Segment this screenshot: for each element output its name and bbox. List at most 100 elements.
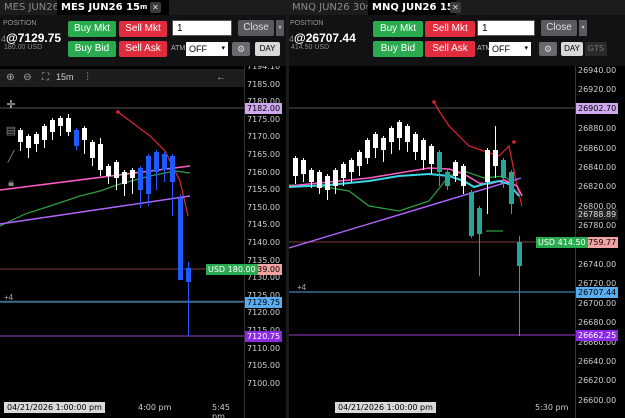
date-badge: 04/21/2026 1:00:00 pm <box>4 402 105 413</box>
candle-body <box>389 128 394 142</box>
day-tif-button[interactable]: DAY <box>255 42 280 56</box>
gear-icon[interactable]: ⚙ <box>232 42 250 56</box>
candle-body <box>397 122 402 138</box>
chart-pane-mes[interactable]: ⊕ ⊖ ⛶ 15m ⫶ ← ✛ ▤ ╱ 🔒︎ +4 7194.10 7185.00… <box>0 66 286 418</box>
mid-price-label: 26788.89 <box>576 209 619 220</box>
last-price-label: 26707.44 <box>576 287 619 298</box>
tab-mes-15m-label: MES JUN26 <box>61 2 123 13</box>
position-pnl: 180.00 USD <box>4 44 43 51</box>
chart-canvas-mnq[interactable] <box>289 66 575 418</box>
close-dropdown-icon[interactable]: ▾ <box>276 20 284 36</box>
close-tab-mnq-icon[interactable]: ✕ <box>450 2 461 13</box>
gear-icon[interactable]: ⚙ <box>539 42 557 56</box>
quantity-input[interactable]: 1 <box>172 20 232 36</box>
candle-body <box>106 166 111 176</box>
sell-mkt-button[interactable]: Sell Mkt <box>425 21 475 37</box>
price-tick: 26620.00 <box>578 376 617 386</box>
candles-mnq <box>293 120 522 336</box>
sell-ask-button[interactable]: Sell Ask <box>425 41 475 57</box>
crosshair-icon[interactable]: ✛ <box>2 96 20 114</box>
price-tick: 7175.00 <box>247 114 281 124</box>
position-marker: +4 <box>297 283 307 292</box>
candle-body <box>429 146 434 164</box>
price-tick: 26700.00 <box>578 298 617 308</box>
tab-mes-15m-tf: 15 <box>126 2 140 13</box>
price-tick: 7145.00 <box>247 220 281 230</box>
candle-body <box>301 160 306 174</box>
trail-stop-red-line <box>117 111 189 217</box>
sell-mkt-button[interactable]: Sell Mkt <box>119 21 167 37</box>
position-label: POSITION <box>3 20 37 27</box>
buy-mkt-button[interactable]: Buy Mkt <box>68 21 116 37</box>
zoom-out-icon[interactable]: ⊖ <box>20 70 35 85</box>
candle-body <box>34 134 39 144</box>
position-avg-price: @7129.75 <box>6 31 62 45</box>
candle-body <box>325 176 330 190</box>
chart-canvas-mes[interactable] <box>0 66 244 418</box>
draw-line-icon[interactable]: ╱ <box>2 148 20 166</box>
chart-toolbar: ⊕ ⊖ ⛶ 15m ⫶ ← <box>0 69 244 87</box>
price-tick: 7140.00 <box>247 238 281 247</box>
candle-body <box>421 140 426 160</box>
buy-bid-button[interactable]: Buy Bid <box>373 41 423 57</box>
day-tif-button[interactable]: DAY <box>561 42 583 56</box>
atm-select[interactable]: OFF ▾ <box>489 42 531 56</box>
time-axis-mnq: 04/21/2026 1:00:00 pm 5:30 pm <box>289 400 575 416</box>
atm-label: ATM <box>171 45 186 52</box>
price-tick: 26880.00 <box>578 124 617 134</box>
candle-body <box>82 128 87 140</box>
zoom-in-icon[interactable]: ⊕ <box>3 70 18 85</box>
close-tab-mes-icon[interactable]: ✕ <box>150 2 161 13</box>
ema-cyan-line <box>289 172 520 197</box>
candle-body <box>162 154 167 170</box>
tab-mes-15m-sup: m <box>140 3 148 11</box>
interval-select[interactable]: 15m <box>56 70 74 85</box>
ruler-icon[interactable]: ▤ <box>2 122 20 140</box>
close-dropdown-icon[interactable]: ▾ <box>579 20 587 36</box>
candle-body <box>66 118 71 132</box>
trail-dot <box>432 100 436 104</box>
candle-body <box>293 158 298 176</box>
quantity-input[interactable]: 1 <box>477 20 535 36</box>
close-position-button[interactable]: Close <box>238 20 274 36</box>
candle-body <box>154 152 159 172</box>
position-marker: +4 <box>4 293 14 302</box>
trail-dot <box>116 110 120 114</box>
crop-icon[interactable]: ⛶ <box>38 70 53 85</box>
tab-mnq-15m[interactable]: MNQ JUN26 15m <box>368 0 456 15</box>
price-axis-mes[interactable]: 7194.10 7185.00 7180.00 7175.00 7170.00 7165.… <box>244 66 286 418</box>
back-arrow-icon[interactable]: ← <box>212 70 230 85</box>
atm-select[interactable]: OFF ▾ <box>186 42 228 56</box>
price-tick: 7105.00 <box>247 361 281 371</box>
gts-tif-button[interactable]: GTS <box>585 42 607 56</box>
candle-body <box>186 268 191 282</box>
ema-violet-line <box>289 177 522 249</box>
candle-body <box>58 118 63 126</box>
price-tick: 26780.00 <box>578 221 617 231</box>
price-tick: 7120.00 <box>247 308 281 318</box>
candle-body <box>146 156 151 194</box>
candle-body <box>501 160 506 178</box>
chart-settings-icon[interactable]: ⫶ <box>80 70 95 85</box>
time-label-530pm: 5:30 pm <box>535 403 569 412</box>
tab-mes-30m[interactable]: MES JUN26 30m <box>0 0 65 15</box>
candle-body <box>469 192 474 236</box>
price-tick: 7155.00 <box>247 185 281 195</box>
tab-mnq-15m-label: MNQ JUN26 <box>372 2 437 13</box>
candle-body <box>333 170 338 186</box>
high-price-label: 26902.70 <box>576 103 619 114</box>
ema-violet-line <box>0 195 191 225</box>
tab-mnq-30m-tf: 30 <box>352 2 366 13</box>
sell-ask-button[interactable]: Sell Ask <box>119 41 167 57</box>
tab-mnq-30m[interactable]: MNQ JUN26 30m <box>288 0 374 15</box>
buy-mkt-button[interactable]: Buy Mkt <box>373 21 423 37</box>
buy-bid-button[interactable]: Buy Bid <box>68 41 116 57</box>
chart-pane-mnq[interactable]: +4 26940.0026920.0026900.0026880.0026860… <box>289 66 625 418</box>
close-position-button[interactable]: Close <box>541 20 577 36</box>
candle-body <box>170 156 175 182</box>
lock-icon[interactable]: 🔒︎ <box>2 174 20 192</box>
candle-body <box>309 170 314 182</box>
position-usd-label: USD 180.00 <box>206 264 258 275</box>
candle-body <box>365 140 370 158</box>
candles-mes <box>18 114 191 336</box>
